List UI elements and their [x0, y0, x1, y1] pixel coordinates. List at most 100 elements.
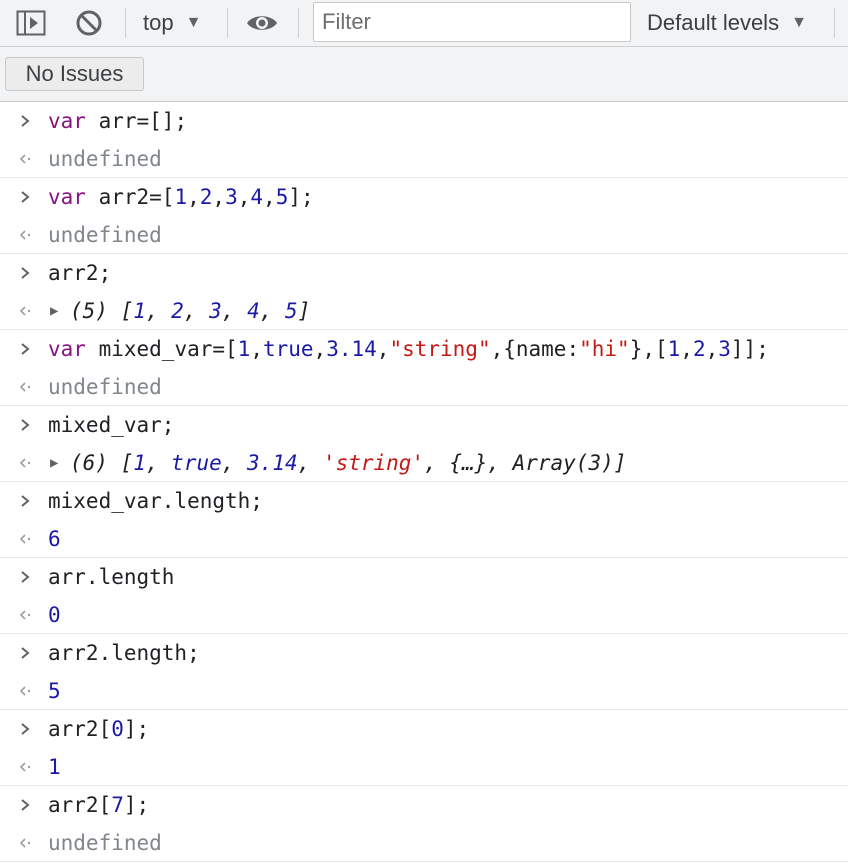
console-result-line: 0	[0, 596, 848, 633]
toolbar-divider	[298, 8, 299, 38]
context-label: top	[143, 10, 174, 35]
console-result-value: undefined	[48, 374, 162, 399]
console-result-line: ▶ (5) [1, 2, 3, 4, 5]	[0, 292, 848, 329]
log-levels-dropdown[interactable]: Default levels ▼	[647, 8, 807, 38]
console-result-value: undefined	[48, 222, 162, 247]
chevron-right-icon	[15, 102, 35, 140]
filter-input[interactable]	[313, 2, 631, 42]
code-token: ,	[297, 450, 323, 475]
code-token: ,	[183, 298, 210, 323]
no-issues-button[interactable]: No Issues	[5, 57, 144, 91]
expand-triangle-icon[interactable]: ▶	[50, 444, 58, 481]
console-input-line[interactable]: arr2[0];	[0, 710, 848, 748]
eye-icon[interactable]	[244, 8, 280, 38]
console-result-line: ▶ (6) [1, true, 3.14, 'string', {…}, Arra…	[0, 444, 848, 481]
console-result-value: 6	[48, 526, 61, 551]
issues-bar: No Issues	[0, 47, 848, 102]
console-input-line[interactable]: mixed_var.length;	[0, 482, 848, 520]
code-token: ,	[187, 185, 200, 209]
dropdown-triangle-icon: ▼	[185, 14, 202, 31]
console-messages: var arr=[]; undefined var arr2=[1,2,3,4,5]…	[0, 102, 848, 862]
console-result-line: 5	[0, 672, 848, 709]
console-entry: var arr=[]; undefined	[0, 102, 848, 178]
code-token: 2	[199, 185, 213, 209]
chevron-right-icon	[15, 178, 35, 216]
code-token: ,	[237, 185, 251, 209]
code-token: ,	[221, 298, 248, 323]
context-selector[interactable]: top ▼	[143, 8, 201, 38]
code-token: ];	[288, 185, 314, 209]
code-token: ,	[313, 337, 327, 361]
console-input-line[interactable]: mixed_var;	[0, 406, 848, 444]
code-token: arr2.length;	[48, 641, 200, 665]
console-entry: arr2; ▶ (5) [1, 2, 3, 4, 5]	[0, 254, 848, 330]
console-entry: var arr2=[1,2,3,4,5]; undefined	[0, 178, 848, 254]
code-token: 1	[133, 298, 146, 323]
console-input-code: mixed_var;	[48, 413, 174, 437]
code-token: ,{name:	[490, 337, 580, 361]
console-input-code: var arr=[];	[48, 109, 187, 133]
log-levels-label: Default levels	[647, 10, 780, 35]
console-result-value: 0	[48, 602, 61, 627]
console-input-code: var mixed_var=[1,true,3.14,"string",{nam…	[48, 337, 769, 361]
code-token: 2	[171, 298, 184, 323]
toolbar-divider	[834, 8, 835, 38]
code-token: ,	[212, 185, 226, 209]
code-token: true	[171, 450, 222, 475]
console-entry: arr2[7]; undefined	[0, 786, 848, 862]
return-arrow-icon	[15, 216, 35, 253]
code-token: ];	[123, 793, 150, 817]
code-token: true	[262, 337, 314, 361]
return-arrow-icon	[15, 444, 35, 481]
console-entry: arr.length 0	[0, 558, 848, 634]
code-token: },[	[629, 337, 668, 361]
code-token: arr=[];	[85, 109, 188, 133]
code-token: 1	[133, 450, 146, 475]
code-token: 5	[285, 298, 298, 323]
clear-console-icon[interactable]	[72, 8, 106, 38]
return-arrow-icon	[15, 520, 35, 557]
code-token: 5	[275, 185, 289, 209]
console-input-code: mixed_var.length;	[48, 489, 263, 513]
chevron-right-icon	[15, 254, 35, 292]
console-entry: mixed_var; ▶ (6) [1, true, 3.14, 'string',…	[0, 406, 848, 482]
chevron-right-icon	[15, 786, 35, 824]
chevron-right-icon	[15, 330, 35, 368]
code-token: 4	[247, 298, 260, 323]
console-input-line[interactable]: var mixed_var=[1,true,3.14,"string",{nam…	[0, 330, 848, 368]
code-token: 1	[667, 337, 681, 361]
array-preview[interactable]: (5) [1, 2, 3, 4, 5]	[70, 299, 310, 323]
array-preview[interactable]: (6) [1, true, 3.14, 'string', {…}, Array…	[70, 451, 626, 475]
console-result-value: 5	[48, 678, 61, 703]
return-arrow-icon	[15, 672, 35, 709]
console-input-line[interactable]: arr.length	[0, 558, 848, 596]
code-token: 4	[250, 185, 264, 209]
return-arrow-icon	[15, 292, 35, 329]
code-token: 3.14	[326, 337, 377, 361]
console-input-line[interactable]: arr2;	[0, 254, 848, 292]
chevron-right-icon	[15, 710, 35, 748]
console-input-line[interactable]: var arr2=[1,2,3,4,5];	[0, 178, 848, 216]
sidebar-toggle-icon[interactable]	[14, 8, 48, 38]
code-token: arr.length	[48, 565, 175, 589]
console-input-code: arr2[7];	[48, 793, 149, 817]
code-token: "hi"	[579, 337, 630, 361]
console-input-line[interactable]: arr2.length;	[0, 634, 848, 672]
return-arrow-icon	[15, 748, 35, 785]
console-toolbar: top ▼ Default levels ▼	[0, 0, 848, 47]
console-result-value: 1	[48, 754, 61, 779]
return-arrow-icon	[15, 140, 35, 177]
console-input-line[interactable]: var arr=[];	[0, 102, 848, 140]
code-token: 0	[111, 717, 124, 741]
console-input-line[interactable]: arr2[7];	[0, 786, 848, 824]
code-token: mixed_var.length;	[48, 489, 263, 513]
code-token: , {…}, Array(3)]	[424, 450, 627, 475]
console-input-code: arr.length	[48, 565, 174, 589]
console-entry: arr2[0]; 1	[0, 710, 848, 786]
code-token: ,	[250, 337, 263, 361]
code-token: ,	[221, 450, 248, 475]
expand-triangle-icon[interactable]: ▶	[50, 292, 58, 329]
console-result-value: undefined	[48, 146, 162, 171]
code-token: 2	[692, 337, 706, 361]
code-token: (5) [	[70, 298, 134, 323]
